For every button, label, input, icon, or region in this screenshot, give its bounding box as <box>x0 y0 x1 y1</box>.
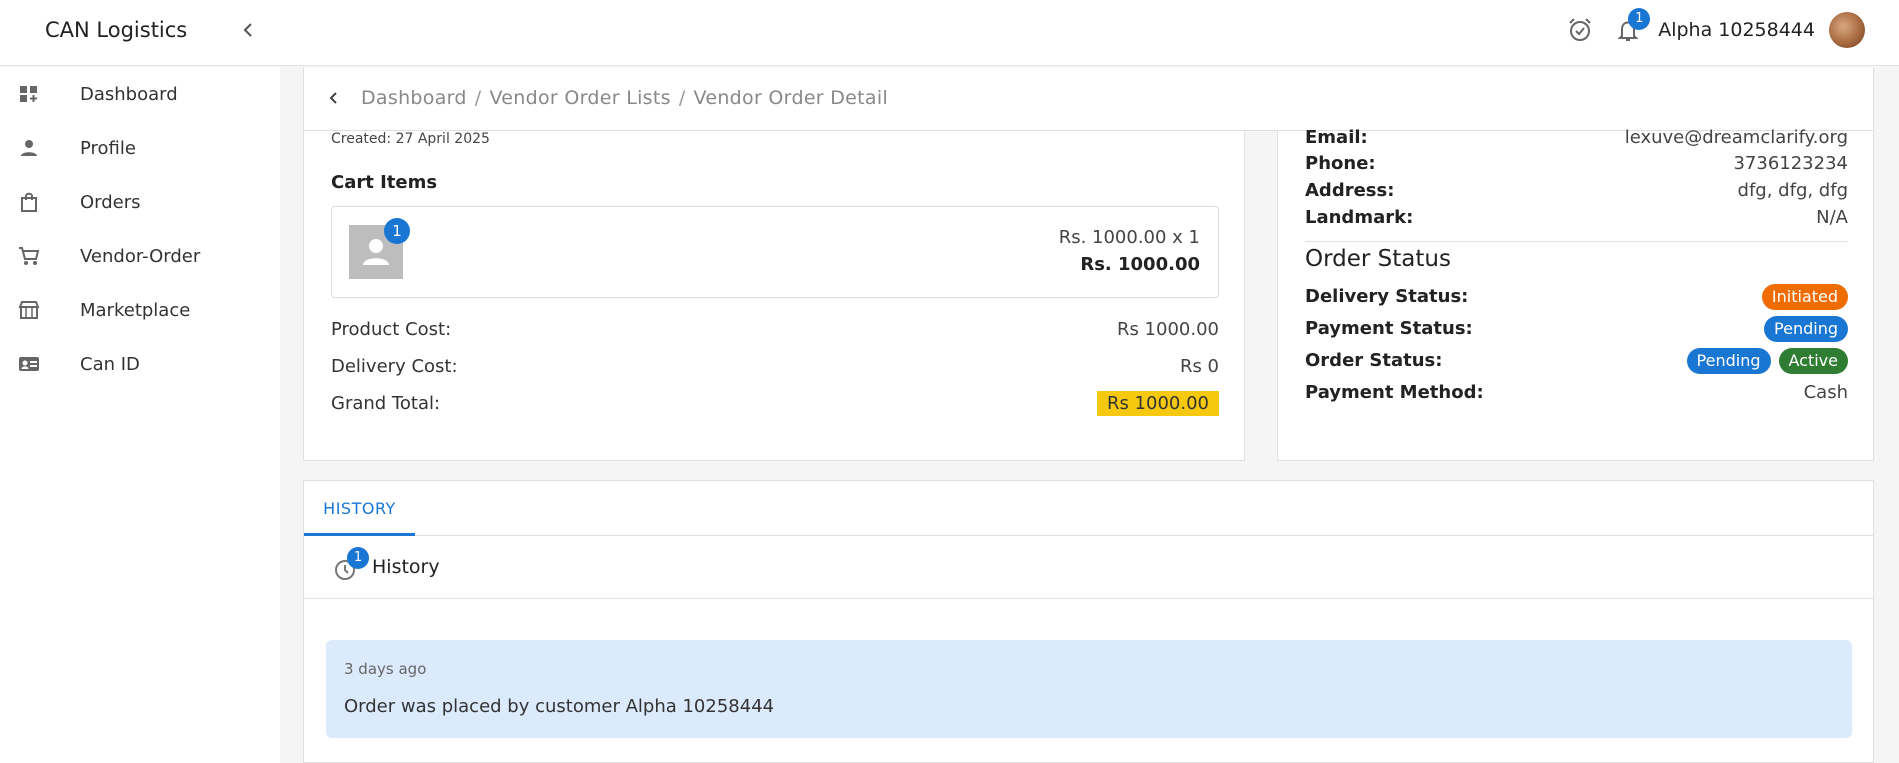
sidebar-item-vendor-order[interactable]: Vendor-Order <box>0 229 280 283</box>
phone-row: Phone: 3736123234 <box>1305 153 1848 177</box>
breadcrumb-current: Vendor Order Detail <box>693 87 889 109</box>
payment-method-value: Cash <box>1803 382 1848 403</box>
order-status-badge-pending: Pending <box>1686 348 1771 374</box>
cart-items-heading: Cart Items <box>331 172 438 193</box>
sidebar: Dashboard Profile Orders Vendor-Order Ma… <box>0 67 280 763</box>
tab-bar: HISTORY <box>304 481 1873 536</box>
grand-total-value: Rs 1000.00 <box>1096 391 1219 416</box>
collapse-sidebar-button[interactable] <box>238 18 258 42</box>
breadcrumb-link-dashboard[interactable]: Dashboard <box>361 87 467 109</box>
history-count-badge: 1 <box>347 547 369 569</box>
history-entry-time: 3 days ago <box>344 660 427 678</box>
sidebar-item-orders[interactable]: Orders <box>0 175 280 229</box>
sidebar-item-label: Can ID <box>80 353 140 375</box>
breadcrumb: Dashboard / Vendor Order Lists / Vendor Orde… <box>361 87 888 109</box>
product-cost-label: Product Cost: <box>331 319 452 340</box>
id-card-icon <box>19 357 39 371</box>
order-status-label: Order Status: <box>1305 350 1443 371</box>
user-name[interactable]: Alpha 10258444 <box>1658 19 1815 41</box>
order-status-badge-active: Active <box>1778 348 1848 374</box>
address-label: Address: <box>1305 180 1395 201</box>
product-cost-row: Product Cost: Rs 1000.00 <box>331 319 1219 347</box>
landmark-label: Landmark: <box>1305 207 1414 228</box>
address-row: Address: dfg, dfg, dfg <box>1305 180 1848 204</box>
address-value: dfg, dfg, dfg <box>1737 180 1848 201</box>
email-value: lexuve@dreamclarify.org <box>1624 127 1848 148</box>
cart-icon <box>19 247 40 265</box>
payment-method-label: Payment Method: <box>1305 382 1484 403</box>
delivery-status-label: Delivery Status: <box>1305 286 1469 307</box>
grand-total-row: Grand Total: Rs 1000.00 <box>331 391 1219 421</box>
sidebar-item-label: Marketplace <box>80 299 191 321</box>
breadcrumb-link-vendor-order-lists[interactable]: Vendor Order Lists <box>489 87 670 109</box>
landmark-value: N/A <box>1816 207 1848 228</box>
notification-count-badge: 1 <box>1628 8 1651 30</box>
cart-item: 1 Rs. 1000.00 x 1 Rs. 1000.00 <box>331 206 1219 298</box>
person-icon <box>21 140 37 156</box>
delivery-status-badge: Initiated <box>1761 284 1848 310</box>
divider <box>1305 241 1848 242</box>
delivery-status-row: Delivery Status: Initiated <box>1305 284 1848 312</box>
chevron-left-icon <box>329 92 337 104</box>
payment-status-row: Payment Status: Pending <box>1305 316 1848 344</box>
sidebar-item-label: Vendor-Order <box>80 245 201 267</box>
phone-label: Phone: <box>1305 153 1376 174</box>
history-entry-text: Order was placed by customer Alpha 10258… <box>344 696 775 717</box>
sidebar-item-dashboard[interactable]: Dashboard <box>0 67 280 121</box>
alarm-clock-icon <box>1569 18 1591 41</box>
top-app-bar: CAN Logistics 1 Alpha 10258444 <box>0 0 1899 66</box>
shopping-bag-icon <box>21 192 37 212</box>
delivery-cost-row: Delivery Cost: Rs 0 <box>331 356 1219 384</box>
history-title: History <box>372 556 440 578</box>
top-right-actions: 1 Alpha 10258444 <box>1566 8 1865 48</box>
notifications-button[interactable]: 1 <box>1614 8 1651 44</box>
dashboard-icon <box>20 86 37 102</box>
email-row: Email: lexuve@dreamclarify.org <box>1305 127 1848 151</box>
breadcrumb-separator: / <box>678 87 686 109</box>
item-quantity-badge: 1 <box>384 218 410 244</box>
history-entry: 3 days ago Order was placed by customer … <box>326 640 1852 738</box>
sidebar-item-label: Orders <box>80 191 141 213</box>
sidebar-item-can-id[interactable]: Can ID <box>0 337 280 391</box>
tab-history[interactable]: HISTORY <box>304 481 415 536</box>
item-total-line: Rs. 1000.00 <box>1080 254 1200 275</box>
sidebar-item-label: Dashboard <box>80 83 178 105</box>
chevron-left-icon <box>243 23 252 37</box>
delivery-cost-label: Delivery Cost: <box>331 356 458 377</box>
created-date: Created: 27 April 2025 <box>331 131 490 147</box>
grand-total-label: Grand Total: <box>331 393 441 414</box>
sidebar-item-label: Profile <box>80 137 136 159</box>
customer-status-card: Email: lexuve@dreamclarify.org Phone: 37… <box>1277 127 1874 461</box>
landmark-row: Landmark: N/A <box>1305 207 1848 231</box>
sidebar-item-profile[interactable]: Profile <box>0 121 280 175</box>
item-price-line: Rs. 1000.00 x 1 <box>1058 227 1200 248</box>
history-header: 1 History <box>304 537 1873 599</box>
history-card: HISTORY 1 History 3 days ago Order was p… <box>303 480 1874 763</box>
store-icon <box>18 301 40 319</box>
alarm-button[interactable] <box>1566 16 1594 44</box>
breadcrumb-bar: Dashboard / Vendor Order Lists / Vendor Orde… <box>303 68 1874 131</box>
product-cost-value: Rs 1000.00 <box>1116 319 1219 340</box>
back-button[interactable] <box>324 86 342 116</box>
sidebar-item-marketplace[interactable]: Marketplace <box>0 283 280 337</box>
brand-title[interactable]: CAN Logistics <box>45 18 187 42</box>
order-status-heading: Order Status <box>1305 246 1451 272</box>
payment-status-badge: Pending <box>1764 316 1848 342</box>
payment-status-label: Payment Status: <box>1305 318 1473 339</box>
payment-method-row: Payment Method: Cash <box>1305 380 1848 408</box>
breadcrumb-separator: / <box>474 87 482 109</box>
order-summary-card: Created: 27 April 2025 Cart Items 1 Rs. … <box>303 131 1245 461</box>
avatar[interactable] <box>1829 12 1865 48</box>
phone-value: 3736123234 <box>1733 153 1848 174</box>
email-label: Email: <box>1305 127 1368 148</box>
delivery-cost-value: Rs 0 <box>1179 356 1219 377</box>
order-status-row: Order Status: Pending Active <box>1305 348 1848 376</box>
